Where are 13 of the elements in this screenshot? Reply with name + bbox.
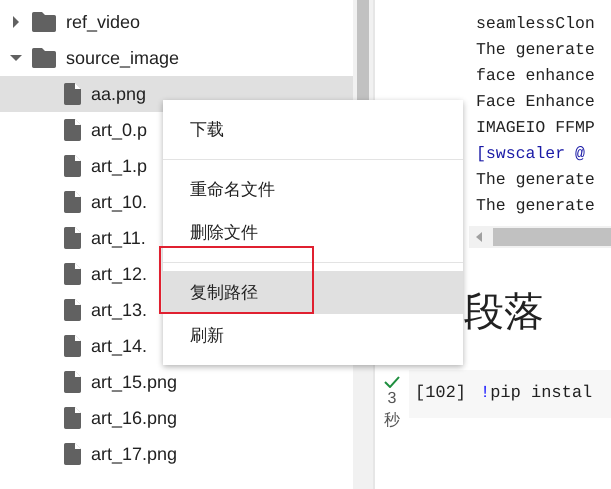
output-line: face enhance — [476, 65, 596, 87]
run-duration: 3 — [388, 389, 396, 409]
output-line: The generate — [476, 195, 596, 217]
output-line: Face Enhance — [476, 91, 596, 113]
output-line: The generate — [476, 39, 596, 61]
output-line: IMAGEIO FFMP — [476, 117, 596, 139]
output-line: The generate — [476, 169, 596, 191]
run-duration: 秒 — [384, 411, 400, 431]
output-line: seamlessClon — [476, 13, 596, 35]
code-line: !pip instal — [480, 383, 592, 406]
section-heading: 段落 — [464, 292, 545, 332]
output-line: [swscaler @ — [476, 143, 586, 165]
execution-count: [102] — [415, 383, 466, 406]
